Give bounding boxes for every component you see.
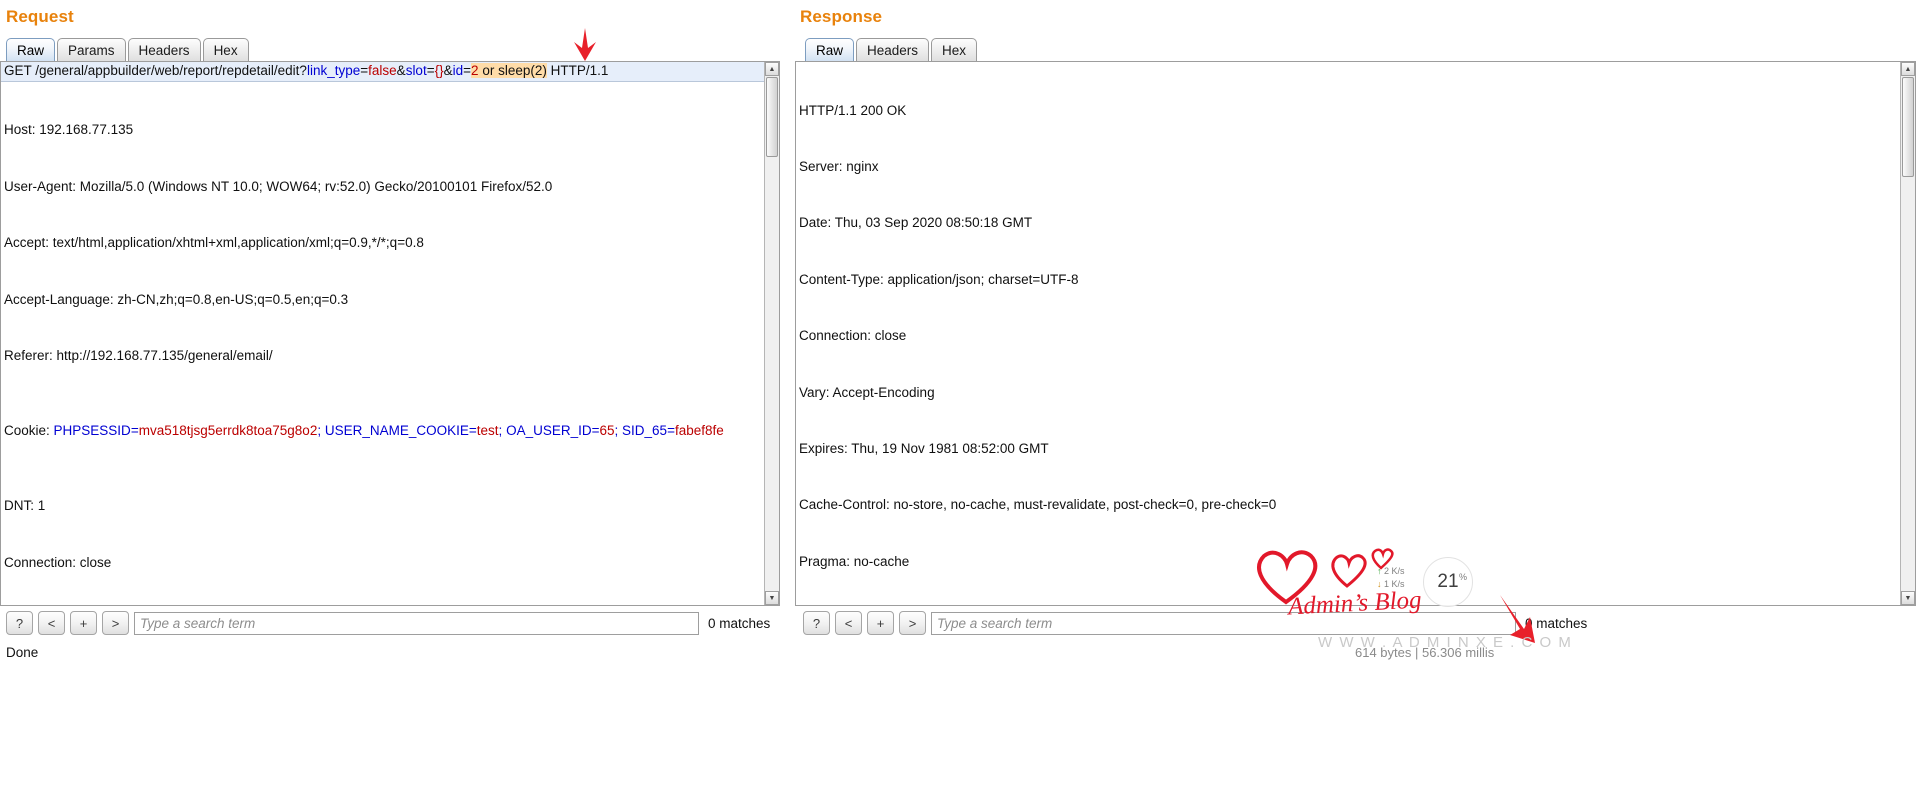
response-tabstrip: Raw Headers Hex (805, 36, 979, 62)
param-id-name: id (452, 63, 464, 78)
cookie-value-phpsessid: mva518tjsg5errdk8toa75g8o2 (138, 423, 318, 439)
response-search-input[interactable]: Type a search term (931, 611, 1516, 635)
response-timing-label: 614 bytes | 56.306 millis (1355, 645, 1495, 660)
request-headers-block: Host: 192.168.77.135 User-Agent: Mozilla… (1, 82, 779, 605)
request-search-prev-button[interactable]: < (38, 611, 65, 635)
annotation-arrow-top (574, 28, 596, 61)
response-header-expires: Expires: Thu, 19 Nov 1981 08:52:00 GMT (799, 440, 1049, 456)
response-header-content-type: Content-Type: application/json; charset=… (799, 271, 1079, 287)
response-search-next-button[interactable]: > (899, 611, 926, 635)
help-icon[interactable]: ? (6, 611, 33, 635)
tab-request-headers[interactable]: Headers (127, 38, 201, 62)
response-headers-block: HTTP/1.1 200 OK Server: nginx Date: Thu,… (796, 62, 1915, 605)
header-cookie: Cookie: PHPSESSID=mva518tjsg5errdk8toa75… (4, 423, 724, 439)
eq-2: = (426, 63, 435, 78)
scroll-up-icon[interactable]: ▲ (765, 62, 779, 76)
request-search-add-button[interactable]: + (70, 611, 97, 635)
cookie-name-sid-65: SID_65 (622, 423, 668, 439)
header-accept: Accept: text/html,application/xhtml+xml,… (4, 235, 424, 251)
request-line: GET /general/appbuilder/web/report/repde… (1, 62, 779, 82)
request-scroll-thumb[interactable] (766, 77, 778, 157)
eq-3: = (463, 63, 472, 78)
response-panel-title: Response (800, 7, 883, 26)
cookie-value-oa-user-id: 65 (599, 423, 615, 439)
response-header-vary: Vary: Accept-Encoding (799, 384, 935, 400)
header-user-agent: User-Agent: Mozilla/5.0 (Windows NT 10.0… (4, 178, 553, 194)
help-icon[interactable]: ? (803, 611, 830, 635)
response-search-add-button[interactable]: + (867, 611, 894, 635)
sql-injection-payload: or sleep(2) (478, 63, 547, 78)
tab-response-headers[interactable]: Headers (856, 38, 930, 62)
cookie-label: Cookie: (4, 423, 54, 439)
tab-response-hex[interactable]: Hex (931, 38, 978, 62)
header-accept-language: Accept-Language: zh-CN,zh;q=0.8,en-US;q=… (4, 291, 349, 307)
header-connection: Connection: close (4, 554, 112, 570)
request-vertical-scrollbar[interactable]: ▲ ▼ (764, 62, 779, 605)
request-panel-title: Request (6, 7, 74, 26)
header-dnt: DNT: 1 (4, 498, 46, 514)
param-slot-name: slot (405, 63, 427, 78)
http-version: HTTP/1.1 (546, 63, 609, 78)
response-header-date: Date: Thu, 03 Sep 2020 08:50:18 GMT (799, 215, 1033, 231)
cookie-sep-2: ; (614, 423, 623, 439)
header-referer: Referer: http://192.168.77.135/general/e… (4, 347, 273, 363)
amp-1: & (396, 63, 406, 78)
cookie-value-user-name-cookie: test (476, 423, 499, 439)
cookie-value-sid-65: fabef8fe (674, 423, 724, 439)
cookie-name-phpsessid: PHPSESSID (53, 423, 131, 439)
response-match-count: 0 matches (1525, 615, 1588, 631)
request-method-path: GET /general/appbuilder/web/report/repde… (4, 63, 307, 78)
param-id-value: 2 (471, 63, 479, 78)
cookie-sep-0: ; (317, 423, 325, 439)
cookie-name-user-name-cookie: USER_NAME_COOKIE (324, 423, 469, 439)
response-scroll-thumb[interactable] (1902, 77, 1914, 177)
response-header-server: Server: nginx (799, 158, 879, 174)
tab-request-hex[interactable]: Hex (202, 38, 249, 62)
response-header-connection: Connection: close (799, 328, 907, 344)
scroll-down-icon[interactable]: ▼ (765, 591, 779, 605)
scroll-up-icon[interactable]: ▲ (1901, 62, 1915, 76)
response-header-cache-control: Cache-Control: no-store, no-cache, must-… (799, 497, 1277, 513)
param-link-type-name: link_type (306, 63, 361, 78)
status-bar: Done (6, 645, 39, 660)
tab-request-params[interactable]: Params (57, 38, 126, 62)
request-search-bar: ? < + > Type a search term 0 matches (6, 610, 786, 636)
request-search-next-button[interactable]: > (102, 611, 129, 635)
response-search-bar: ? < + > Type a search term 0 matches (803, 610, 1916, 636)
request-editor[interactable]: GET /general/appbuilder/web/report/repde… (0, 61, 780, 606)
eq-1: = (360, 63, 369, 78)
request-tabstrip: Raw Params Headers Hex (6, 36, 251, 62)
amp-2: & (443, 63, 453, 78)
response-editor[interactable]: HTTP/1.1 200 OK Server: nginx Date: Thu,… (795, 61, 1916, 606)
cookie-name-oa-user-id: OA_USER_ID (506, 423, 592, 439)
param-slot-value: {} (434, 63, 444, 78)
cookie-sep-1: ; (498, 423, 507, 439)
response-status-line: HTTP/1.1 200 OK (799, 102, 907, 118)
response-vertical-scrollbar[interactable]: ▲ ▼ (1900, 62, 1915, 605)
burp-repeater-window: Request Raw Params Headers Hex GET /gene… (0, 0, 1916, 812)
scroll-down-icon[interactable]: ▼ (1901, 591, 1915, 605)
request-match-count: 0 matches (708, 615, 771, 631)
request-search-input[interactable]: Type a search term (134, 611, 699, 635)
response-search-prev-button[interactable]: < (835, 611, 862, 635)
tab-request-raw[interactable]: Raw (6, 38, 56, 62)
header-host: Host: 192.168.77.135 (4, 122, 134, 138)
param-link-type-value: false (368, 63, 397, 78)
tab-response-raw[interactable]: Raw (805, 38, 855, 62)
response-header-pragma: Pragma: no-cache (799, 553, 910, 569)
